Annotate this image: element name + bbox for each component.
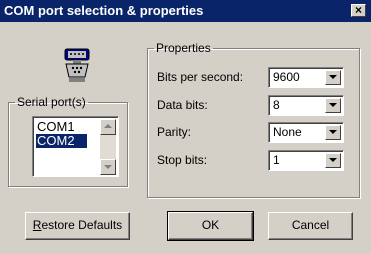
chevron-down-icon (329, 130, 337, 134)
chevron-down-icon (329, 103, 337, 107)
stop-bits-value: 1 (273, 153, 280, 167)
list-item-com2[interactable]: COM2 (36, 134, 87, 148)
properties-group: Properties (147, 41, 360, 198)
bits-per-second-select[interactable]: 9600 (268, 67, 344, 88)
arrow-down-icon (104, 165, 112, 169)
ok-label: OK (201, 218, 220, 232)
stop-bits-select[interactable]: 1 (268, 150, 344, 171)
data-bits-dropdown-button[interactable] (325, 98, 341, 113)
bits-per-second-value: 9600 (273, 70, 300, 84)
stop-bits-dropdown-button[interactable] (325, 153, 341, 168)
scroll-up-button[interactable] (100, 119, 116, 135)
serial-ports-legend: Serial port(s) (17, 95, 86, 109)
title-bar[interactable]: COM port selection & properties × (0, 0, 371, 22)
window-title: COM port selection & properties (4, 3, 204, 18)
arrow-up-icon (104, 124, 112, 128)
list-item-com1[interactable]: COM1 (36, 120, 87, 134)
cancel-label: Cancel (291, 218, 330, 232)
scroll-down-button[interactable] (100, 159, 116, 175)
serial-port-listbox[interactable]: COM1 COM2 (32, 116, 119, 177)
parity-label: Parity: (157, 125, 192, 139)
data-bits-label: Data bits: (157, 98, 208, 112)
properties-legend: Properties (156, 41, 211, 55)
parity-select[interactable]: None (268, 122, 344, 143)
serial-port-icon (64, 48, 90, 82)
ok-button[interactable]: OK (167, 211, 254, 241)
close-button[interactable]: × (351, 4, 366, 17)
bits-per-second-label: Bits per second: (157, 70, 244, 84)
restore-defaults-button[interactable]: Restore Defaults (25, 212, 130, 240)
chevron-down-icon (329, 158, 337, 162)
chevron-down-icon (329, 75, 337, 79)
bits-per-second-dropdown-button[interactable] (325, 70, 341, 85)
close-icon: × (354, 3, 362, 17)
parity-dropdown-button[interactable] (325, 125, 341, 140)
parity-value: None (273, 125, 302, 139)
listbox-scrollbar[interactable] (100, 119, 116, 175)
cancel-button[interactable]: Cancel (268, 212, 353, 240)
stop-bits-label: Stop bits: (157, 153, 208, 167)
data-bits-value: 8 (273, 98, 280, 112)
restore-defaults-label: estore Defaults (41, 218, 123, 232)
data-bits-select[interactable]: 8 (268, 95, 344, 116)
